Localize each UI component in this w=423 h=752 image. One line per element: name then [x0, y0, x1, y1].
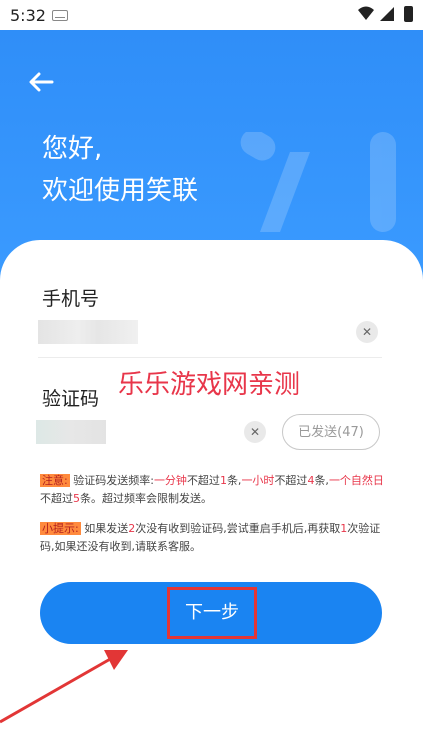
annotation-arrow-icon [0, 650, 128, 724]
